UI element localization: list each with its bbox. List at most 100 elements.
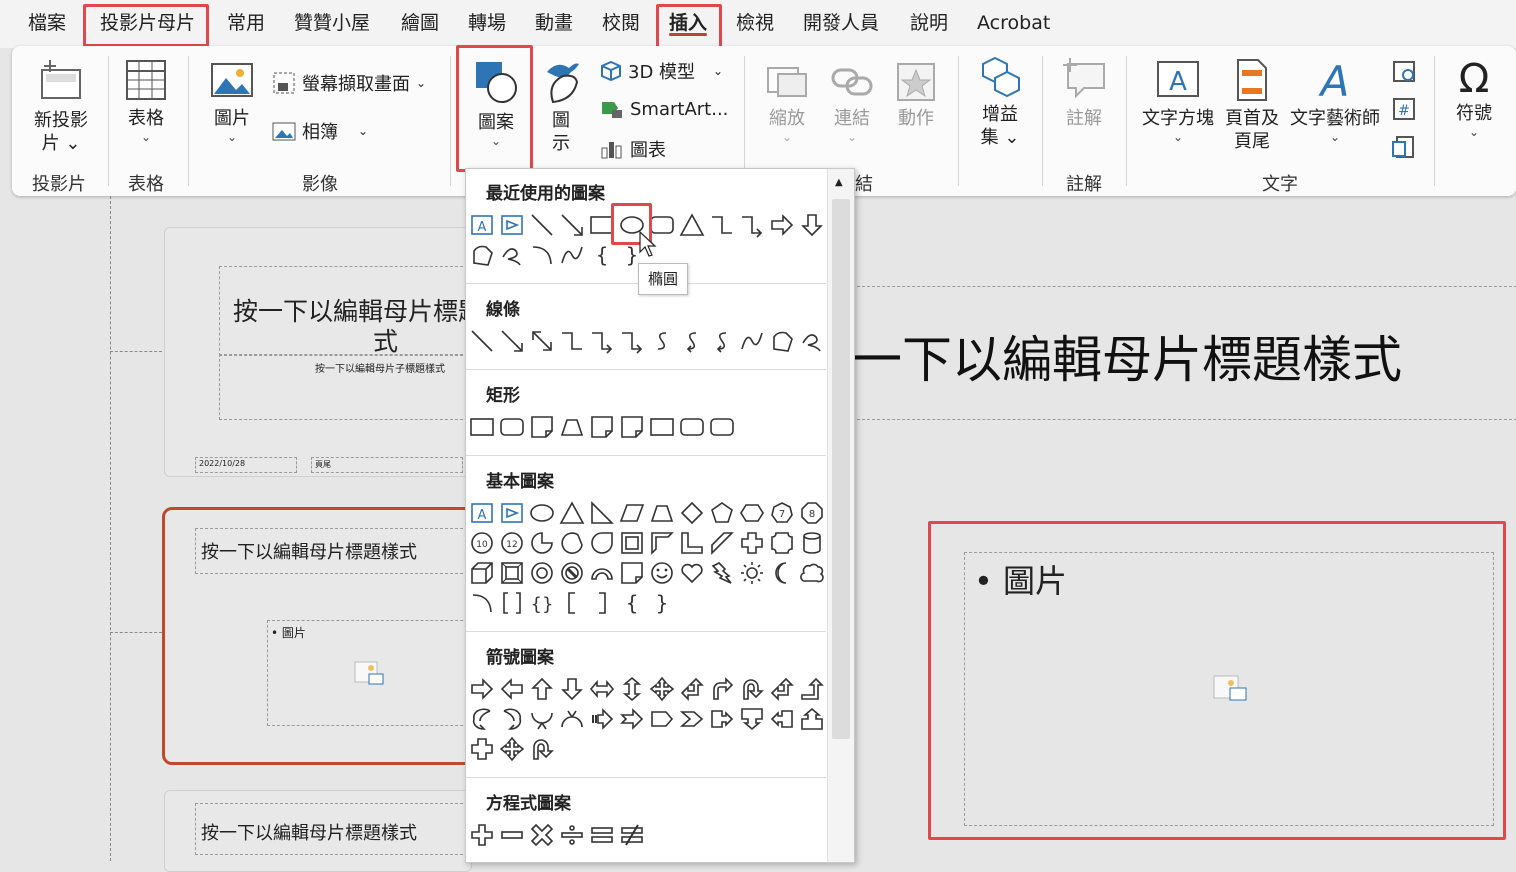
shape-freeform[interactable] xyxy=(468,241,496,269)
shape-multiply[interactable] xyxy=(528,821,556,849)
shape-quad[interactable] xyxy=(498,735,526,763)
slide-number-button[interactable]: # xyxy=(1388,96,1420,127)
shape-pie[interactable] xyxy=(528,529,556,557)
shape-triangle[interactable] xyxy=(558,499,586,527)
shape-udarrow[interactable] xyxy=(618,675,646,703)
shape-heart[interactable] xyxy=(678,559,706,587)
icons-button[interactable]: 圖 示 xyxy=(538,58,584,155)
shape-teardrop[interactable] xyxy=(588,529,616,557)
shape-rect-variant[interactable] xyxy=(528,413,556,441)
shape-diamond[interactable] xyxy=(678,499,706,527)
shape-curvedl[interactable] xyxy=(498,705,526,733)
shape-nosymbol[interactable] xyxy=(558,559,586,587)
tab-zanzan[interactable]: 贊贊小屋 xyxy=(294,8,370,38)
tab-animations[interactable]: 動畫 xyxy=(535,8,573,38)
shape-leftup[interactable] xyxy=(678,675,706,703)
shape-rarrow[interactable] xyxy=(468,675,496,703)
tab-help[interactable]: 說明 xyxy=(910,8,948,38)
chart-button[interactable]: 圖表 xyxy=(600,136,666,162)
textbox-button[interactable]: A 文字方塊 ⌄ xyxy=(1140,58,1216,144)
shape-dbrace[interactable]: {} xyxy=(528,589,556,617)
shape-rbrace[interactable]: } xyxy=(648,589,676,617)
shape-line[interactable] xyxy=(468,327,496,355)
shape-dodecagon[interactable]: 12 xyxy=(498,529,526,557)
shape-lbrace[interactable]: { xyxy=(618,589,646,617)
shape-textbox[interactable]: A xyxy=(468,211,496,239)
shape-smiley[interactable] xyxy=(648,559,676,587)
shape-lshape[interactable] xyxy=(678,529,706,557)
shape-pentarrow[interactable] xyxy=(648,705,676,733)
shape-curvedu[interactable] xyxy=(528,705,556,733)
zoom-button[interactable]: 縮放 ⌄ xyxy=(760,62,814,144)
shape-heptagon[interactable]: 7 xyxy=(768,499,796,527)
comment-button[interactable]: 註解 xyxy=(1056,58,1112,130)
shape-ellipse[interactable] xyxy=(528,499,556,527)
shape-foldedcorner[interactable] xyxy=(618,559,646,587)
shape-rcallout[interactable] xyxy=(708,705,736,733)
shape-arrowline[interactable] xyxy=(558,211,586,239)
shape-triangle[interactable] xyxy=(678,211,706,239)
shape-quad[interactable] xyxy=(648,675,676,703)
shape-uturn[interactable] xyxy=(528,735,556,763)
link-button[interactable]: 連結 ⌄ xyxy=(828,62,876,144)
shape-lbrace[interactable]: { xyxy=(588,241,616,269)
shape-scurve[interactable] xyxy=(648,327,676,355)
shape-bevel[interactable] xyxy=(498,559,526,587)
shape-rect-variant[interactable] xyxy=(708,413,736,441)
date-time-button[interactable] xyxy=(1388,58,1420,89)
shape-diagstripe[interactable] xyxy=(708,529,736,557)
slide-thumbnail-picture-selected[interactable]: 按一下以編輯母片標題樣式 • 圖片 xyxy=(162,507,474,765)
shape-lightning[interactable] xyxy=(708,559,736,587)
tab-draw[interactable]: 繪圖 xyxy=(401,8,439,38)
shape-notched[interactable] xyxy=(618,705,646,733)
shape-curvedr[interactable] xyxy=(468,705,496,733)
new-slide-button[interactable]: 新投影 片 ⌄ xyxy=(28,58,94,155)
shape-halfframe[interactable] xyxy=(648,529,676,557)
shape-trapezoid[interactable] xyxy=(648,499,676,527)
shape-curvedd[interactable] xyxy=(558,705,586,733)
tab-file[interactable]: 檔案 xyxy=(28,8,66,38)
slide-thumbnail-title[interactable]: 按一下以編輯母片標題樣 式 按一下以編輯母片子標題樣式 2022/10/28 頁… xyxy=(164,227,508,477)
shape-decagon[interactable]: 10 xyxy=(468,529,496,557)
scroll-thumb[interactable] xyxy=(832,199,850,739)
shape-ucallout[interactable] xyxy=(798,705,826,733)
shape-blockarc[interactable] xyxy=(588,559,616,587)
shape-scurvearrow[interactable] xyxy=(708,327,736,355)
tab-view[interactable]: 檢視 xyxy=(736,8,774,38)
tab-transitions[interactable]: 轉場 xyxy=(468,8,506,38)
shape-cross[interactable] xyxy=(468,735,496,763)
slide-thumbnail-title-content[interactable]: 按一下以編輯母片標題樣式 xyxy=(164,790,473,872)
shape-freeform[interactable] xyxy=(768,327,796,355)
shape-leftup[interactable] xyxy=(768,675,796,703)
shape-lcallout[interactable] xyxy=(768,705,796,733)
shape-textbox[interactable]: A xyxy=(468,499,496,527)
shape-rect-variant[interactable] xyxy=(498,413,526,441)
action-button[interactable]: 動作 xyxy=(892,62,940,130)
photo-album-button[interactable]: 相簿 ⌄ xyxy=(272,118,368,144)
shape-rtriangle[interactable] xyxy=(588,499,616,527)
tab-review[interactable]: 校閱 xyxy=(602,8,640,38)
object-button[interactable] xyxy=(1388,134,1420,165)
shape-scribble[interactable] xyxy=(798,327,826,355)
shape-rect-variant[interactable] xyxy=(558,413,586,441)
shape-vtext[interactable] xyxy=(498,211,526,239)
shape-arc[interactable] xyxy=(528,241,556,269)
shape-minus[interactable] xyxy=(498,821,526,849)
shape-elbow[interactable] xyxy=(558,327,586,355)
shape-elbow[interactable] xyxy=(708,211,736,239)
shape-scurvearrow[interactable] xyxy=(678,327,706,355)
smartart-button[interactable]: SmartArt... xyxy=(600,98,728,120)
shape-stripedarrow[interactable] xyxy=(588,705,616,733)
shape-uarrow[interactable] xyxy=(528,675,556,703)
wordart-button[interactable]: A 文字藝術師 ⌄ xyxy=(1288,57,1382,144)
shape-rect-variant[interactable] xyxy=(468,413,496,441)
shape-rbracket[interactable] xyxy=(588,589,616,617)
shape-cloud[interactable] xyxy=(798,559,826,587)
tab-home[interactable]: 常用 xyxy=(227,8,265,38)
shape-elbowarrow[interactable] xyxy=(618,327,646,355)
shape-lbracket[interactable] xyxy=(558,589,586,617)
shape-sun[interactable] xyxy=(738,559,766,587)
shape-plaque[interactable] xyxy=(768,529,796,557)
table-button[interactable]: 表格 ⌄ xyxy=(118,58,174,144)
shape-curve[interactable] xyxy=(738,327,766,355)
